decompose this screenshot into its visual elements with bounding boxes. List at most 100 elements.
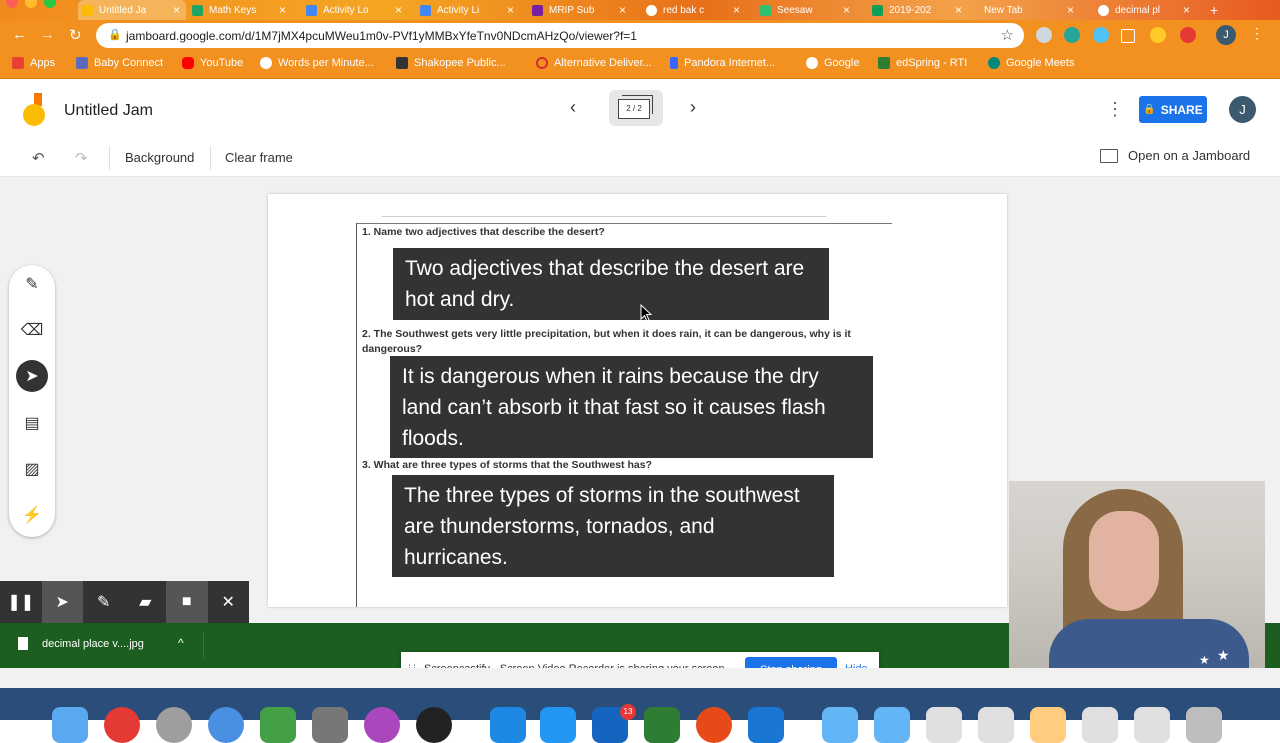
close-icon[interactable]: ×	[733, 3, 740, 17]
browser-tab-3[interactable]: Activity Li ×	[420, 0, 520, 20]
settings-icon[interactable]	[312, 707, 348, 743]
bookmark-item-2[interactable]: YouTube	[182, 57, 243, 69]
bookmark-item-9[interactable]: Google Meets	[988, 57, 1074, 69]
close-icon[interactable]: ✕	[208, 581, 250, 623]
facetime-icon[interactable]	[260, 707, 296, 743]
folder-icon[interactable]	[874, 707, 910, 743]
new-tab-button[interactable]: +	[1210, 0, 1230, 20]
extension-icon[interactable]	[1064, 27, 1080, 43]
jam-title[interactable]: Untitled Jam	[64, 102, 153, 120]
powerpoint-icon[interactable]	[696, 707, 732, 743]
launchpad-icon[interactable]	[156, 707, 192, 743]
folder-icon[interactable]	[822, 707, 858, 743]
close-icon[interactable]: ×	[173, 3, 180, 17]
sticky-note-icon[interactable]: ▤	[16, 407, 48, 439]
bookmark-item-0[interactable]: Apps	[12, 57, 55, 69]
extension-icon[interactable]	[1150, 27, 1166, 43]
background-button[interactable]: Background	[125, 150, 194, 165]
laser-icon[interactable]: ⚡	[16, 499, 48, 531]
window-minimize-dot[interactable]	[25, 0, 37, 8]
close-icon[interactable]: ×	[843, 3, 850, 17]
jamboard-logo-icon[interactable]	[22, 93, 46, 127]
more-vert-icon[interactable]: ⋮	[1250, 25, 1264, 42]
chevron-up-icon[interactable]: ^	[178, 636, 184, 650]
document-thumbnail-icon[interactable]	[1134, 707, 1170, 743]
pen-icon[interactable]: ✎	[16, 268, 48, 300]
open-on-jamboard-button[interactable]: Open on a Jamboard	[1100, 148, 1250, 163]
close-icon[interactable]: ×	[1183, 3, 1190, 17]
zoom-icon[interactable]	[490, 707, 526, 743]
forward-arrow-icon[interactable]: →	[40, 26, 55, 43]
close-icon[interactable]: ×	[279, 3, 286, 17]
redo-icon[interactable]: ↷	[75, 149, 88, 167]
bookmark-item-8[interactable]: edSpring - RTI	[878, 57, 967, 69]
browser-tab-4[interactable]: MRIP Sub ×	[532, 0, 632, 20]
podcasts-icon[interactable]	[364, 707, 400, 743]
browser-tab-0[interactable]: Untitled Ja ×	[78, 0, 186, 20]
close-icon[interactable]: ×	[1067, 3, 1074, 17]
music-icon[interactable]	[416, 707, 452, 743]
highlighter-icon[interactable]: ▰	[125, 581, 167, 623]
url-field[interactable]: 🔒 jamboard.google.com/d/1M7jMX4pcuMWeu1m…	[96, 23, 1024, 48]
trash-icon[interactable]	[1186, 707, 1222, 743]
chrome-icon[interactable]	[104, 707, 140, 743]
answer-sticky-3[interactable]: The three types of storms in the southwe…	[392, 475, 834, 577]
screencastify-icon[interactable]	[1180, 27, 1196, 43]
download-item[interactable]: decimal place v....jpg	[18, 637, 144, 650]
share-button[interactable]: 🔒 SHARE	[1139, 96, 1207, 123]
webcam-overlay[interactable]: ★ ★	[1009, 481, 1265, 673]
browser-tab-7[interactable]: 2019-202 ×	[872, 0, 968, 20]
camera-icon[interactable]: ■	[166, 581, 208, 623]
browser-tab-1[interactable]: Math Keys ×	[192, 0, 292, 20]
window-close-dot[interactable]	[6, 0, 18, 8]
close-icon[interactable]: ×	[955, 3, 962, 17]
extension-grid-icon[interactable]	[1121, 29, 1135, 43]
document-thumbnail-icon[interactable]	[1030, 707, 1066, 743]
profile-avatar[interactable]: J	[1216, 25, 1236, 45]
pen-icon[interactable]: ✎	[83, 581, 125, 623]
bookmark-label: Words per Minute...	[278, 57, 374, 69]
extension-icon[interactable]	[1036, 27, 1052, 43]
browser-tab-6[interactable]: Seesaw ×	[760, 0, 856, 20]
bookmark-star-icon[interactable]: ☆	[1001, 26, 1014, 44]
mail-icon[interactable]	[540, 707, 576, 743]
cursor-icon[interactable]: ➤	[41, 581, 83, 623]
close-icon[interactable]: ×	[507, 3, 514, 17]
bookmark-item-6[interactable]: Pandora Internet...	[670, 57, 775, 69]
reload-icon[interactable]: ↻	[69, 26, 82, 44]
finder-icon[interactable]	[52, 707, 88, 743]
eraser-icon[interactable]: ⌫	[16, 314, 48, 346]
browser-tab-2[interactable]: Activity Lo ×	[306, 0, 408, 20]
browser-tab-8[interactable]: New Tab ×	[984, 0, 1080, 20]
bookmark-item-5[interactable]: Alternative Deliver...	[536, 57, 652, 69]
frame-bar-toggle[interactable]: 2 / 2	[609, 90, 663, 126]
bookmark-item-1[interactable]: Baby Connect	[76, 57, 163, 69]
select-arrow-icon[interactable]: ➤	[16, 360, 48, 392]
back-arrow-icon[interactable]: ←	[12, 26, 27, 43]
safari-icon[interactable]	[208, 707, 244, 743]
chevron-left-icon[interactable]: ‹	[570, 97, 576, 118]
bookmark-item-7[interactable]: Google	[806, 57, 859, 69]
close-icon[interactable]: ×	[619, 3, 626, 17]
undo-icon[interactable]: ↶	[32, 149, 45, 167]
browser-tab-9[interactable]: decimal pl ×	[1098, 0, 1196, 20]
image-icon[interactable]: ▨	[16, 453, 48, 485]
browser-tab-5[interactable]: red bak c ×	[646, 0, 746, 20]
pause-icon[interactable]: ❚❚	[0, 581, 42, 623]
clear-frame-button[interactable]: Clear frame	[225, 150, 293, 165]
bookmark-item-3[interactable]: Words per Minute...	[260, 57, 374, 69]
extension-icon[interactable]	[1093, 27, 1109, 43]
close-icon[interactable]: ×	[395, 3, 402, 17]
account-avatar[interactable]: J	[1229, 96, 1256, 123]
document-thumbnail-icon[interactable]	[978, 707, 1014, 743]
document-thumbnail-icon[interactable]	[926, 707, 962, 743]
excel-icon[interactable]	[644, 707, 680, 743]
bookmark-item-4[interactable]: Shakopee Public...	[396, 57, 506, 69]
more-vert-icon[interactable]: ⋮	[1106, 99, 1124, 120]
answer-sticky-1[interactable]: Two adjectives that describe the desert …	[393, 248, 829, 320]
chevron-right-icon[interactable]: ›	[690, 97, 696, 118]
answer-sticky-2[interactable]: It is dangerous when it rains because th…	[390, 356, 873, 458]
word-icon[interactable]	[748, 707, 784, 743]
document-thumbnail-icon[interactable]	[1082, 707, 1118, 743]
window-zoom-dot[interactable]	[44, 0, 56, 8]
